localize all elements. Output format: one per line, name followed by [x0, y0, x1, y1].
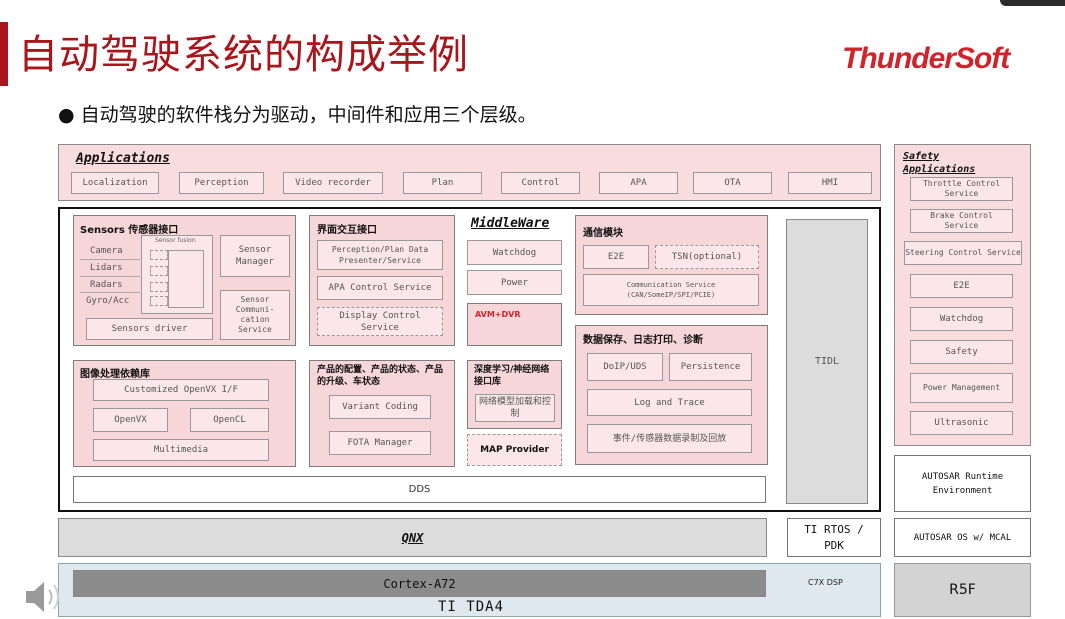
title-accent	[0, 22, 8, 86]
cortex-a72: Cortex-A72	[73, 570, 766, 597]
app-video-recorder: Video recorder	[283, 172, 383, 194]
display-control-service: Display Control Service	[317, 307, 443, 336]
map-provider: MAP Provider	[467, 434, 562, 466]
dds-bar: DDS	[73, 476, 766, 503]
perception-plan-presenter: Perception/Plan Data Presenter/Service	[317, 240, 443, 270]
sensor-fusion-port	[150, 266, 168, 276]
qnx-layer: QNX	[58, 518, 767, 557]
dl-title: 深度学习/神经网络接口库	[474, 365, 550, 387]
safety-brake: Brake Control Service	[910, 209, 1013, 233]
openvx: OpenVX	[93, 408, 168, 432]
mw-power: Power	[467, 270, 562, 295]
sensor-communication-service: Sensor Communi- cation Service	[220, 290, 290, 340]
safety-watchdog: Watchdog	[910, 307, 1013, 331]
customized-openvx-if: Customized OpenVX I/F	[93, 379, 269, 401]
thundersoft-logo: ThunderSoft	[842, 42, 1010, 75]
safety-throttle: Throttle Control Service	[910, 177, 1013, 201]
safety-title: Safety Applications	[903, 151, 976, 175]
data-event-record: 事件/传感器数据录制及回放	[587, 424, 752, 453]
data-doip-uds: DoIP/UDS	[587, 353, 663, 381]
app-ota: OTA	[693, 172, 772, 194]
sensor-fusion-port	[150, 296, 168, 306]
sensor-line	[80, 292, 140, 293]
ti-rtos-pdk: TI RTOS / PDK	[787, 518, 881, 557]
sensor-camera: Camera	[90, 246, 123, 256]
sensor-manager: Sensor Manager	[220, 235, 290, 277]
opencl: OpenCL	[190, 408, 269, 432]
safety-power-management: Power Management	[910, 373, 1013, 403]
sensor-line	[80, 276, 140, 277]
page-title: 自动驾驶系统的构成举例	[18, 32, 469, 78]
comm-tsn: TSN(optional)	[655, 245, 759, 269]
bullet-text: ● 自动驾驶的软件栈分为驱动，中间件和应用三个层级。	[58, 104, 537, 126]
sensors-title: Sensors 传感器接口	[80, 225, 179, 236]
app-control: Control	[501, 172, 580, 194]
applications-title: Applications	[76, 151, 170, 166]
speaker-icon[interactable]	[24, 579, 64, 615]
apa-control-service: APA Control Service	[317, 276, 443, 300]
multimedia: Multimedia	[93, 439, 269, 461]
qnx-label: QNX	[401, 530, 424, 545]
tidl-block: TIDL	[786, 219, 868, 504]
sensor-fusion-label: Sensor fusion	[155, 237, 196, 244]
sensor-lidars: Lidars	[90, 263, 123, 273]
app-localization: Localization	[71, 172, 159, 194]
autosar-rte: AUTOSAR Runtime Environment	[894, 455, 1031, 512]
safety-e2e: E2E	[910, 274, 1013, 298]
image-lib-title: 图像处理依赖库	[80, 369, 150, 380]
data-persistence: Persistence	[669, 353, 752, 381]
sensor-gyro: Gyro/Acc	[86, 296, 130, 306]
safety-safety: Safety	[910, 340, 1013, 364]
app-perception: Perception	[179, 172, 264, 194]
c7x-dsp: C7X DSP	[808, 578, 843, 587]
sensor-line	[80, 259, 140, 260]
autosar-os-mcal: AUTOSAR OS w/ MCAL	[894, 518, 1031, 557]
ti-tda4-label: TI TDA4	[438, 599, 505, 615]
fota-manager: FOTA Manager	[329, 431, 431, 455]
sensor-radars: Radars	[90, 280, 123, 290]
variant-coding: Variant Coding	[329, 395, 431, 419]
safety-ultrasonic: Ultrasonic	[910, 411, 1013, 435]
mw-watchdog: Watchdog	[467, 240, 562, 265]
safety-steering: Steering Control Service	[904, 241, 1022, 265]
app-hmi: HMI	[788, 172, 872, 194]
hmi-interface-title: 界面交互接口	[317, 225, 377, 236]
data-log-trace: Log and Trace	[587, 389, 752, 416]
comm-module-title: 通信模块	[583, 228, 623, 239]
comm-e2e: E2E	[583, 245, 649, 269]
sensor-fusion-core	[168, 250, 204, 308]
r5f: R5F	[894, 563, 1031, 617]
communication-service: Communication Service (CAN/SomeIP/SPI/PC…	[583, 274, 759, 306]
dl-model-load: 网络模型加载和控制	[475, 394, 555, 422]
sensor-fusion-port	[150, 282, 168, 292]
window-bar	[1000, 0, 1065, 6]
data-module-title: 数据保存、日志打印、诊断	[583, 335, 703, 346]
sensors-driver: Sensors driver	[86, 318, 213, 340]
bullet-label: 自动驾驶的软件栈分为驱动，中间件和应用三个层级。	[80, 104, 537, 126]
avm-dvr-label: AVM+DVR	[475, 310, 521, 319]
app-plan: Plan	[403, 172, 482, 194]
product-title: 产品的配置、产品的状态、产品的升级、车状态	[317, 365, 444, 387]
app-apa: APA	[599, 172, 678, 194]
sensor-fusion-port	[150, 250, 168, 260]
middleware-title: MiddleWare	[471, 216, 550, 231]
